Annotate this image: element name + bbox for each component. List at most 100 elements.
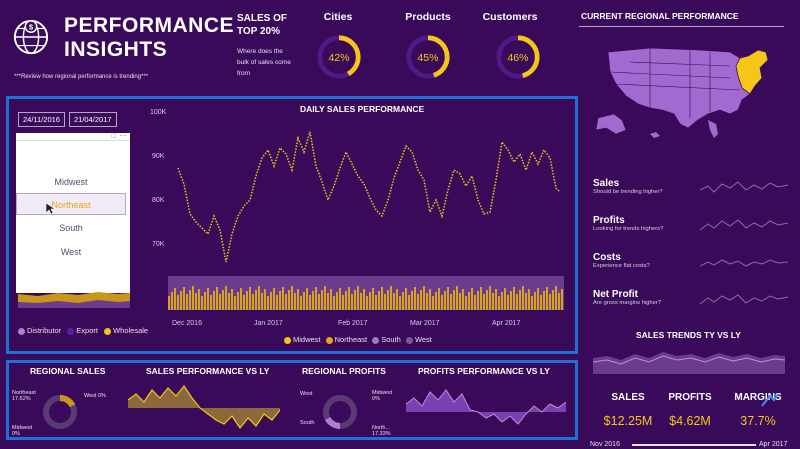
daily-bar bbox=[525, 293, 527, 310]
region-slicer[interactable]: □ ⋯ Midwest Northeast South West bbox=[16, 131, 130, 293]
slicer-item-south[interactable]: South bbox=[16, 223, 126, 233]
channel-area-chart[interactable] bbox=[18, 288, 130, 310]
daily-bar bbox=[297, 289, 299, 310]
regional-profits-north: North... 17.33% bbox=[372, 425, 391, 437]
daily-bar bbox=[300, 296, 302, 310]
expand-icon[interactable]: □ bbox=[112, 133, 116, 140]
focus-mode-icon[interactable] bbox=[760, 392, 780, 408]
regional-sales-northeast: Northeast 17.62% bbox=[12, 390, 36, 402]
daily-bar bbox=[282, 287, 284, 310]
x-tick-feb-2017: Feb 2017 bbox=[338, 320, 368, 327]
daily-bar bbox=[288, 290, 290, 310]
daily-bar bbox=[432, 296, 434, 310]
daily-bar bbox=[486, 290, 488, 310]
daily-bar bbox=[345, 291, 347, 310]
timeline-end: Apr 2017 bbox=[759, 441, 788, 448]
x-tick-jan-2017: Jan 2017 bbox=[254, 320, 283, 327]
daily-bar bbox=[327, 293, 329, 310]
profits-vs-ly-chart[interactable] bbox=[406, 380, 566, 436]
daily-bar bbox=[171, 292, 173, 310]
daily-bar bbox=[444, 291, 446, 310]
ring-value-cities: 42% bbox=[328, 52, 349, 64]
daily-bar bbox=[510, 291, 512, 310]
metric-costs[interactable]: Costs Experience flat costs? bbox=[593, 252, 650, 269]
daily-bar bbox=[252, 294, 254, 310]
daily-bar bbox=[471, 288, 473, 310]
slicer-item-west[interactable]: West bbox=[16, 247, 126, 257]
daily-bar bbox=[315, 287, 317, 310]
mouse-cursor-icon bbox=[46, 203, 56, 215]
y-tick-70k: 70K bbox=[152, 241, 165, 248]
more-options-icon[interactable]: ⋯ bbox=[119, 131, 127, 140]
daily-bar bbox=[543, 291, 545, 310]
daily-bar bbox=[294, 293, 296, 310]
daily-bar bbox=[219, 294, 221, 310]
daily-bar bbox=[237, 292, 239, 310]
regional-profits-west: West bbox=[300, 391, 313, 397]
daily-bar bbox=[270, 292, 272, 310]
daily-bar bbox=[222, 290, 224, 310]
daily-bar bbox=[441, 295, 443, 310]
slicer-item-northeast[interactable]: Northeast bbox=[16, 193, 126, 215]
ring-customers[interactable]: 46% bbox=[494, 33, 542, 81]
daily-bar bbox=[492, 293, 494, 310]
kpi-value-margins: 37.7% bbox=[740, 414, 776, 428]
profits-vs-ly-title: PROFITS PERFORMANCE VS LY bbox=[418, 366, 550, 376]
daily-bar bbox=[174, 288, 176, 310]
slicer-item-midwest[interactable]: Midwest bbox=[16, 177, 126, 187]
daily-bar bbox=[273, 288, 275, 310]
daily-bar bbox=[378, 291, 380, 310]
daily-bar bbox=[420, 290, 422, 310]
daily-bar bbox=[210, 295, 212, 310]
daily-bar bbox=[555, 286, 557, 310]
metric-sales[interactable]: Sales Should be trending higher? bbox=[593, 178, 663, 195]
daily-bar bbox=[213, 291, 215, 310]
daily-bar bbox=[258, 286, 260, 310]
legend-dot-west bbox=[405, 336, 413, 344]
daily-bar bbox=[309, 295, 311, 310]
daily-bar bbox=[285, 294, 287, 310]
daily-bar bbox=[366, 296, 368, 310]
daily-bar bbox=[396, 289, 398, 310]
daily-bar bbox=[435, 292, 437, 310]
daily-bar bbox=[186, 294, 188, 310]
regional-profits-midwest: Midwest 0% bbox=[372, 390, 393, 402]
daily-bar bbox=[537, 288, 539, 310]
x-tick-mar-2017: Mar 2017 bbox=[410, 320, 440, 327]
daily-bar bbox=[354, 290, 356, 310]
daily-bar bbox=[216, 287, 218, 310]
us-map[interactable] bbox=[590, 38, 785, 148]
sales-trends-chart[interactable] bbox=[593, 344, 785, 378]
daily-bar bbox=[333, 296, 335, 310]
timeline-slider[interactable] bbox=[632, 444, 756, 446]
daily-bar bbox=[465, 296, 467, 310]
daily-bar bbox=[312, 291, 314, 310]
x-tick-dec-2016: Dec 2016 bbox=[172, 320, 202, 327]
ring-value-customers: 46% bbox=[507, 52, 528, 64]
ring-label-cities: Cities bbox=[323, 11, 353, 23]
daily-bar bbox=[234, 296, 236, 310]
daily-bar bbox=[291, 286, 293, 310]
daily-bar bbox=[375, 295, 377, 310]
daily-bar bbox=[450, 294, 452, 310]
regional-sales-donut[interactable] bbox=[40, 392, 80, 432]
daily-bar bbox=[474, 295, 476, 310]
sparkline-sales bbox=[700, 181, 789, 193]
regional-profits-donut[interactable] bbox=[320, 392, 360, 432]
sales-vs-ly-chart[interactable] bbox=[128, 380, 280, 436]
daily-bar bbox=[528, 289, 530, 310]
legend-dot-export bbox=[67, 327, 75, 335]
daily-bar bbox=[531, 296, 533, 310]
daily-bar bbox=[369, 292, 371, 310]
metric-net-profit[interactable]: Net Profit Are gross margins higher? bbox=[593, 289, 661, 306]
daily-bar bbox=[489, 286, 491, 310]
ring-products[interactable]: 45% bbox=[404, 33, 452, 81]
metric-profits[interactable]: Profits Looking for trends highers? bbox=[593, 215, 663, 232]
daily-bar bbox=[261, 293, 263, 310]
date-end-input[interactable]: 21/04/2017 bbox=[69, 112, 117, 127]
daily-bar bbox=[255, 290, 257, 310]
daily-bar bbox=[204, 292, 206, 310]
daily-sales-chart[interactable]: 100K 90K 80K 70K Dec 2016 Jan 2017 Feb 2… bbox=[140, 104, 570, 334]
date-start-input[interactable]: 24/11/2016 bbox=[18, 112, 65, 127]
ring-cities[interactable]: 42% bbox=[315, 33, 363, 81]
